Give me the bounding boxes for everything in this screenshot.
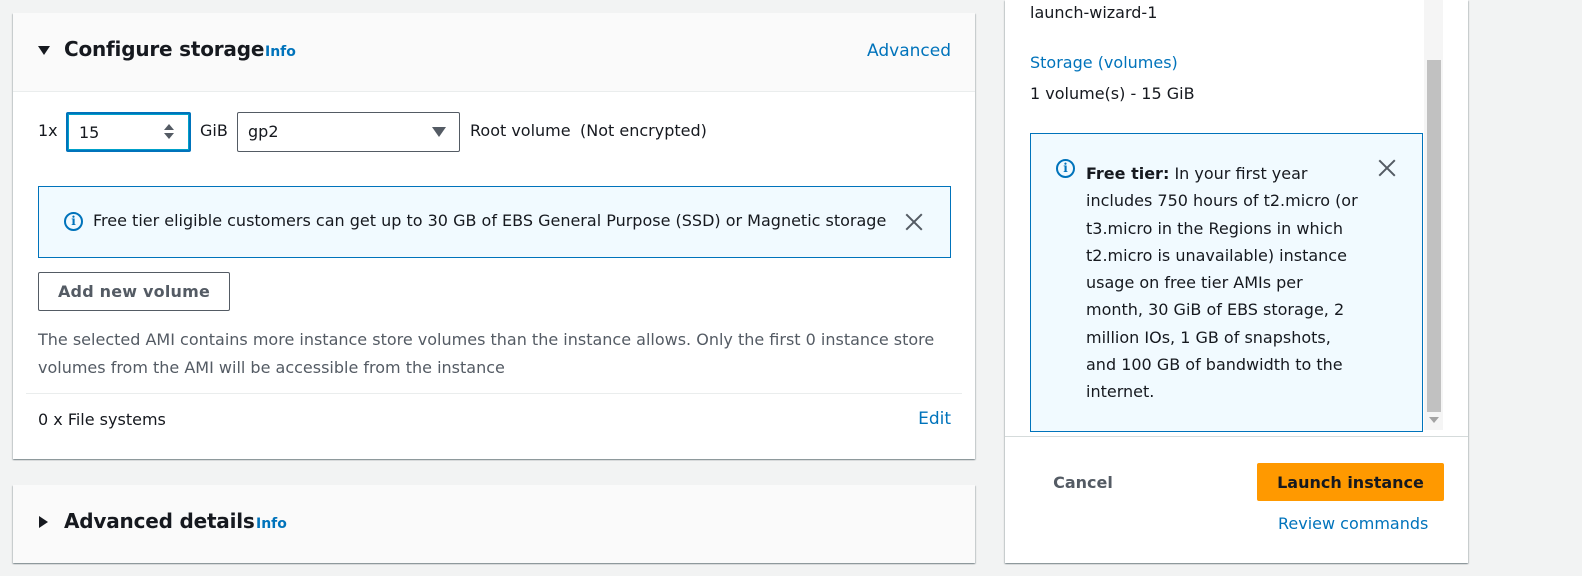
divider [26, 393, 962, 394]
cancel-button[interactable]: Cancel [1040, 463, 1126, 501]
caret-right-icon[interactable] [39, 516, 48, 528]
volume-count-label: 1x [38, 121, 58, 140]
info-link[interactable]: Info [265, 44, 296, 60]
divider [1005, 436, 1468, 437]
section-title: Configure storage [64, 37, 265, 61]
spin-up-icon[interactable] [164, 124, 174, 130]
section-title: Advanced details [64, 509, 255, 533]
volume-type-value: gp2 [248, 122, 279, 141]
scroll-down-icon[interactable] [1429, 417, 1439, 423]
ami-instance-store-note: The selected AMI contains more instance … [38, 330, 935, 377]
free-tier-title: Free tier: [1086, 164, 1170, 183]
free-tier-body: In your first year includes 750 hours of… [1086, 164, 1358, 402]
scrollbar-thumb[interactable] [1427, 60, 1441, 412]
configure-storage-panel: Configure storage Info Advanced 1x GiB g… [13, 13, 975, 459]
file-systems-label: 0 x File systems [38, 410, 166, 429]
storage-volumes-value: 1 volume(s) - 15 GiB [1030, 84, 1195, 103]
launch-instance-button[interactable]: Launch instance [1257, 463, 1444, 501]
scrollbar[interactable] [1424, 0, 1443, 430]
spinner-icon[interactable] [163, 122, 175, 142]
advanced-link[interactable]: Advanced [867, 41, 951, 61]
encryption-status: (Not encrypted) [580, 121, 707, 140]
advanced-details-panel[interactable]: Advanced details Info [13, 485, 975, 563]
dropdown-arrow-icon[interactable] [432, 127, 446, 137]
free-tier-info-text: Free tier: In your first year includes 7… [1086, 160, 1361, 406]
edit-file-systems-link[interactable]: Edit [918, 409, 951, 429]
close-icon[interactable] [1376, 157, 1398, 179]
add-new-volume-button[interactable]: Add new volume [38, 272, 230, 311]
info-circle-icon: i [64, 212, 83, 231]
review-commands-link[interactable]: Review commands [1278, 514, 1428, 533]
volume-type-select[interactable]: gp2 [237, 112, 460, 152]
info-link[interactable]: Info [256, 516, 287, 532]
summary-panel: launch-wizard-1 Storage (volumes) 1 volu… [1005, 0, 1468, 563]
free-tier-info-box: i Free tier: In your first year includes… [1030, 133, 1423, 432]
root-volume-label: Root volume [470, 121, 571, 140]
spin-down-icon[interactable] [164, 133, 174, 139]
configure-storage-header[interactable]: Configure storage Info Advanced [13, 13, 975, 92]
free-tier-alert-text: Free tier eligible customers can get up … [93, 211, 887, 230]
info-circle-icon: i [1056, 159, 1075, 178]
security-group-value: launch-wizard-1 [1030, 3, 1158, 22]
free-tier-alert: i Free tier eligible customers can get u… [38, 186, 951, 258]
storage-volumes-link[interactable]: Storage (volumes) [1030, 53, 1178, 72]
close-icon[interactable] [903, 211, 925, 233]
size-unit-label: GiB [200, 121, 228, 140]
summary-scroll-area: launch-wizard-1 Storage (volumes) 1 volu… [1005, 0, 1443, 436]
caret-down-icon[interactable] [38, 46, 50, 55]
